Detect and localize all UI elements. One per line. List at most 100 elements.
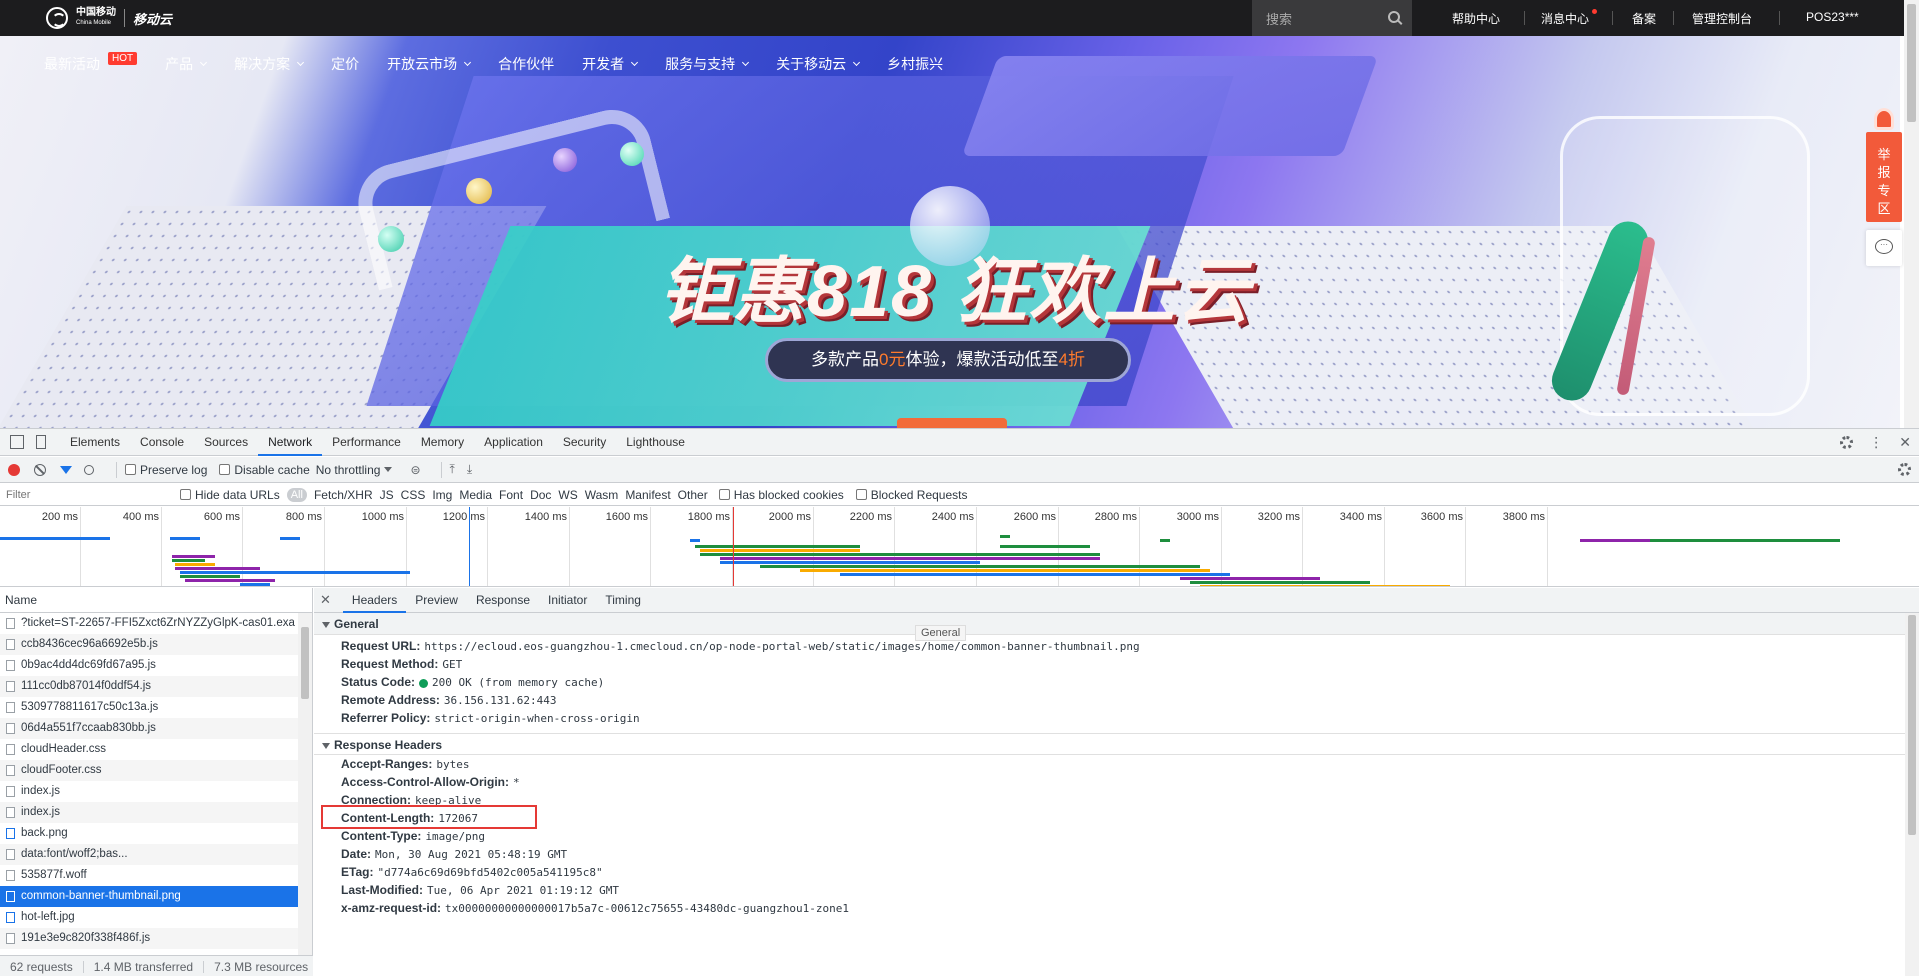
inspect-element-icon[interactable] [10,435,24,449]
tab-sources[interactable]: Sources [194,429,258,456]
nav-item[interactable]: 产品 [165,54,208,74]
site-search-input[interactable]: 搜索 [1252,0,1412,36]
close-icon[interactable]: ✕ [320,592,331,608]
settings-gear-icon[interactable] [1840,436,1854,449]
import-har-icon[interactable]: ⤒ [450,462,455,477]
request-row[interactable]: index.js [0,802,298,823]
filing-link[interactable]: 备案 [1632,10,1656,27]
response-headers-section-header[interactable]: Response Headers [314,733,1919,755]
filter-type-font[interactable]: Font [499,488,523,502]
clear-icon[interactable] [34,463,46,476]
search-icon[interactable] [84,464,94,475]
detail-scrollbar[interactable] [1905,613,1919,976]
filter-type-js[interactable]: JS [380,488,394,502]
help-center-link[interactable]: 帮助中心 [1452,10,1500,27]
filter-type-other[interactable]: Other [678,488,708,502]
network-overview-timeline[interactable]: 200 ms 400 ms 600 ms 800 ms 1000 ms 1200 ms 14… [0,507,1919,587]
request-list-scrollbar[interactable] [298,613,312,955]
tab-network[interactable]: Network [258,429,323,456]
device-toolbar-icon[interactable] [36,435,46,449]
detail-tab-preview[interactable]: Preview [406,588,467,613]
filter-type-media[interactable]: Media [459,488,492,502]
request-row[interactable]: hot-left.jpg [0,907,298,928]
nav-item[interactable]: 乡村振兴 [887,54,943,74]
nav-item[interactable]: 定价 [331,54,359,74]
detail-tab-initiator[interactable]: Initiator [539,588,596,613]
request-row[interactable]: common-banner-thumbnail.png [0,886,298,907]
request-row[interactable]: cloudHeader.css [0,739,298,760]
header-key: Access-Control-Allow-Origin: [341,775,510,789]
report-zone-button[interactable]: 举报专区 [1866,132,1902,222]
message-center-link[interactable]: 消息中心 [1541,10,1589,27]
request-row[interactable]: index.js [0,781,298,802]
filter-type-manifest[interactable]: Manifest [625,488,670,502]
request-row[interactable]: 535877f.woff [0,865,298,886]
blocked-requests-checkbox[interactable] [855,489,867,500]
filter-type-wasm[interactable]: Wasm [585,488,619,502]
nav-item[interactable]: 开放云市场 [387,54,472,74]
filter-input[interactable] [6,485,166,504]
tab-security[interactable]: Security [553,429,616,456]
header-row: Date: Mon, 30 Aug 2021 05:48:19 GMT [314,845,1919,863]
general-section-header[interactable]: General [314,613,1919,635]
detail-tab-timing[interactable]: Timing [596,588,650,613]
request-row[interactable]: 0b9ac4dd4dc69fd67a95.js [0,655,298,676]
detail-tab-response[interactable]: Response [467,588,539,613]
filter-icon[interactable] [60,465,72,474]
request-row[interactable]: 191e3e9c820f338f486f.js [0,928,298,949]
request-row[interactable]: ?ticket=ST-22657-FFI5Zxct6ZrNYZZyGlpK-ca… [0,613,298,634]
network-conditions-icon[interactable]: ⊜ [410,463,420,477]
ball-purple [553,148,577,172]
disable-cache-checkbox[interactable] [219,464,231,475]
has-blocked-cookies-checkbox[interactable] [718,489,730,500]
throttling-select[interactable]: No throttling [316,463,381,477]
record-icon[interactable] [8,463,20,476]
hero-subtitle-pill[interactable]: 多款产品0元体验，爆款活动低至4折 [765,338,1131,382]
search-icon[interactable] [1388,11,1400,23]
request-row[interactable]: back.png [0,823,298,844]
detail-tab-bar: ✕ Headers Preview Response Initiator Timing [314,588,1919,613]
filter-type-fetchxhr[interactable]: Fetch/XHR [314,488,373,502]
request-row[interactable]: ccb8436cec96a6692e5b.js [0,634,298,655]
hero-cta-tab[interactable] [897,418,1007,428]
filter-type-css[interactable]: CSS [401,488,426,502]
network-settings-icon[interactable] [1898,463,1911,476]
china-mobile-logo[interactable]: 中国移动 China Mobile 移动云 [46,7,172,29]
tab-console[interactable]: Console [130,429,194,456]
chat-button[interactable]: ··· [1866,230,1902,266]
tab-lighthouse[interactable]: Lighthouse [616,429,695,456]
request-list-scrollbar-thumb[interactable] [301,627,309,699]
request-row[interactable]: cloudFooter.css [0,760,298,781]
filter-type-doc[interactable]: Doc [530,488,551,502]
preserve-log-checkbox[interactable] [125,464,136,475]
nav-item[interactable]: 解决方案 [234,54,305,74]
request-row[interactable]: 111cc0db87014f0ddf54.js [0,676,298,697]
page-scrollbar[interactable] [1904,0,1919,428]
detail-scrollbar-thumb[interactable] [1908,615,1916,835]
request-row[interactable]: 5309778811617c50c13a.js [0,697,298,718]
nav-item[interactable]: 服务与支持 [665,54,750,74]
filter-type-img[interactable]: Img [432,488,452,502]
export-har-icon[interactable]: ⤓ [467,462,472,477]
name-column-header[interactable]: Name [0,588,312,613]
nav-item[interactable]: 关于移动云 [776,54,861,74]
nav-item[interactable]: 合作伙伴 [498,54,554,74]
detail-tab-headers[interactable]: Headers [342,588,407,613]
tab-application[interactable]: Application [474,429,553,456]
user-account-link[interactable]: POS23*** [1806,10,1859,24]
chevron-down-icon[interactable] [384,467,393,472]
hide-data-urls-checkbox[interactable] [180,489,191,500]
nav-item[interactable]: 最新活动 HOT [44,51,138,74]
request-row[interactable]: data:font/woff2;bas... [0,844,298,865]
request-row[interactable]: 06d4a551f7ccaab830bb.js [0,718,298,739]
nav-item[interactable]: 开发者 [582,54,639,74]
console-link[interactable]: 管理控制台 [1692,10,1752,27]
tab-elements[interactable]: Elements [60,429,130,456]
more-menu-icon[interactable]: ⋮ [1869,434,1883,451]
page-scrollbar-thumb[interactable] [1907,4,1916,122]
close-devtools-icon[interactable]: ✕ [1899,434,1911,451]
filter-type-all[interactable]: All [286,487,307,502]
filter-type-ws[interactable]: WS [558,488,577,502]
tab-memory[interactable]: Memory [411,429,474,456]
tab-performance[interactable]: Performance [322,429,411,456]
